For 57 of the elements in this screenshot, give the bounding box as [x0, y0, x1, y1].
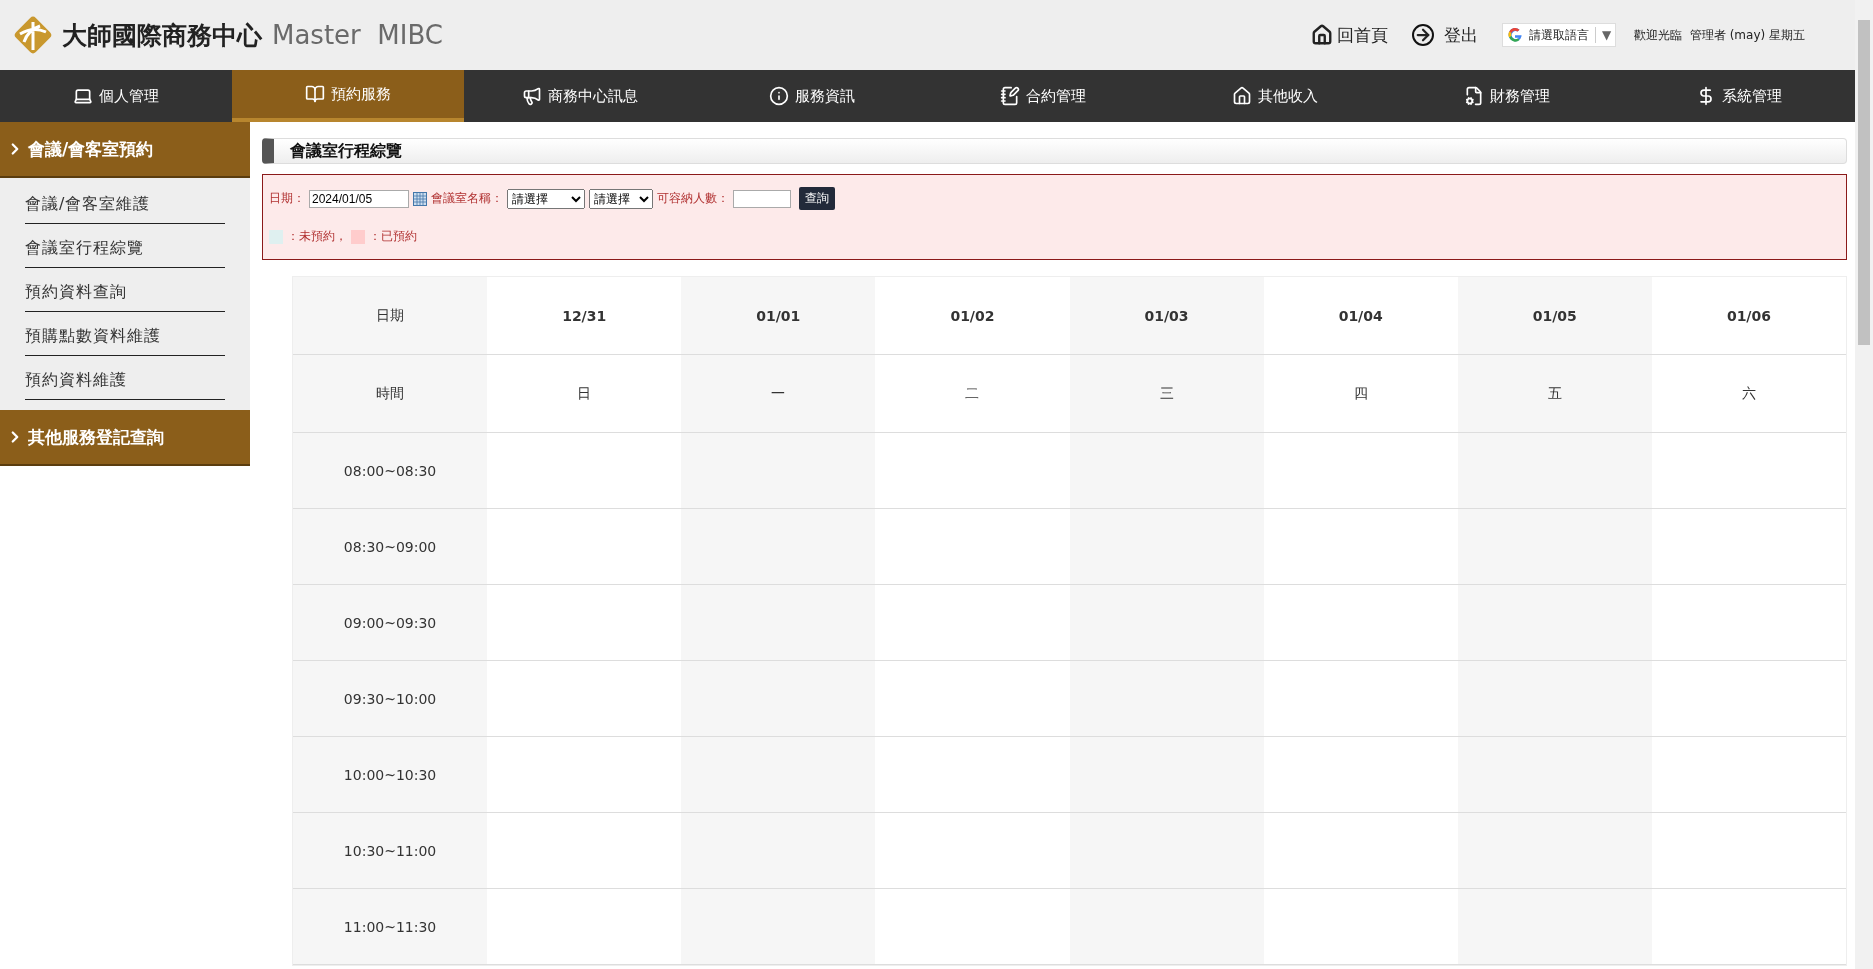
- calendar-icon: [413, 191, 427, 206]
- home-icon: [1311, 24, 1333, 46]
- brand-subtitle: Master MIBC: [272, 20, 443, 50]
- capacity-field[interactable]: [733, 189, 791, 208]
- date-label: 日期：: [269, 190, 305, 207]
- table-header: 時間: [293, 355, 488, 433]
- arrow-right-icon: [1412, 24, 1434, 46]
- welcome-text: 歡迎光臨 管理者 (may) 星期五: [1634, 26, 1805, 44]
- logout-link[interactable]: 登出: [1412, 23, 1478, 47]
- time-cell: 10:30~11:00: [293, 813, 488, 889]
- sidebar-item[interactable]: 預約資料查詢: [25, 268, 225, 312]
- info-icon: [768, 86, 789, 106]
- language-select[interactable]: 請選取語言 ▼: [1502, 23, 1617, 47]
- nav-tab[interactable]: 其他收入: [1159, 70, 1392, 122]
- capacity-label: 可容納人數：: [657, 190, 729, 207]
- home-link[interactable]: 回首頁: [1311, 23, 1388, 47]
- sidebar-section[interactable]: 其他服務登記查詢: [0, 410, 250, 466]
- table-header: 01/01: [681, 277, 876, 355]
- time-cell: 09:30~10:00: [293, 661, 488, 737]
- table-header: 五: [1457, 355, 1652, 433]
- legend-label: ：已預約: [369, 228, 417, 245]
- table-header: 一: [681, 355, 876, 433]
- room-select[interactable]: 請選擇: [589, 188, 653, 209]
- g-logo-icon: [1507, 27, 1523, 43]
- nav-tab[interactable]: 合約管理: [927, 70, 1160, 122]
- house-icon: [1232, 86, 1253, 106]
- time-cell: 08:30~09:00: [293, 509, 488, 585]
- nav-tab[interactable]: 系統管理: [1623, 70, 1855, 122]
- book-icon: [304, 84, 325, 104]
- legend-label: ：未預約，: [287, 228, 347, 245]
- scrollbar[interactable]: [1855, 0, 1873, 969]
- sidebar-section[interactable]: 會議/會客室預約: [0, 122, 250, 178]
- nav-tab[interactable]: 商務中心訊息: [463, 70, 696, 122]
- sidebar-item[interactable]: 會議室行程綜覽: [25, 224, 225, 268]
- time-cell: 11:00~11:30: [293, 889, 488, 965]
- table-header: 三: [1069, 355, 1264, 433]
- page-title: 會議室行程綜覽: [262, 138, 1847, 164]
- time-cell: 08:00~08:30: [293, 433, 488, 509]
- room-label: 會議室名稱：: [431, 190, 503, 207]
- nav-tab[interactable]: 預約服務: [231, 70, 464, 122]
- table-header: 01/03: [1069, 277, 1264, 355]
- room-select[interactable]: 請選擇: [507, 188, 585, 209]
- nav-tab[interactable]: 個人管理: [0, 70, 232, 122]
- sidebar-item[interactable]: 預購點數資料維護: [25, 312, 225, 356]
- brand-name: 大師國際商務中心: [62, 19, 262, 52]
- sidebar-item[interactable]: 會議/會客室維護: [25, 180, 225, 224]
- megaphone-icon: [521, 86, 542, 106]
- nav-tab[interactable]: 服務資訊: [695, 70, 928, 122]
- laptop-icon: [72, 86, 93, 106]
- nav-tab[interactable]: 財務管理: [1391, 70, 1624, 122]
- table-header: 01/05: [1457, 277, 1652, 355]
- table-header: 日期: [293, 277, 488, 355]
- sidebar-item[interactable]: 預約資料維護: [25, 356, 225, 400]
- time-cell: 09:00~09:30: [293, 585, 488, 661]
- search-button[interactable]: 查詢: [799, 187, 835, 210]
- date-field[interactable]: 2024/01/05: [309, 189, 409, 208]
- time-cell: 10:00~10:30: [293, 737, 488, 813]
